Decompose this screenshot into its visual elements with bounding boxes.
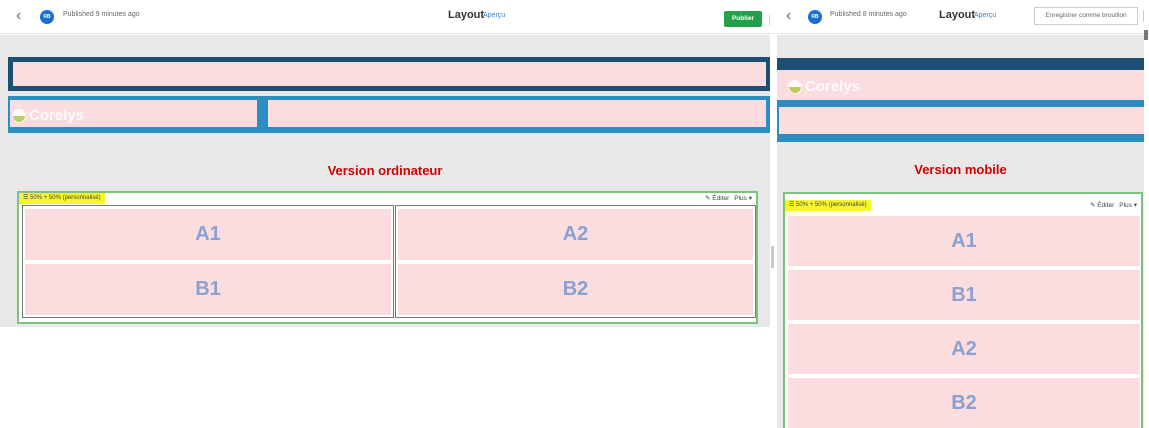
desktop-logo: Corelys xyxy=(12,107,84,124)
desktop-nav-placeholder[interactable] xyxy=(268,100,766,127)
back-chevron-icon[interactable]: ‹ xyxy=(16,8,21,24)
more-dropdown[interactable]: Plus ▾ xyxy=(734,194,752,202)
cell-a2[interactable]: A2 xyxy=(788,324,1140,374)
save-draft-button[interactable]: Enregistrer comme brouillon xyxy=(1034,7,1138,25)
logo-mark-icon xyxy=(788,79,802,94)
desktop-version-title: Version ordinateur xyxy=(327,163,443,178)
column-left[interactable]: A1 B1 xyxy=(22,205,394,318)
cell-a1[interactable]: A1 xyxy=(788,216,1140,266)
cell-b2[interactable]: B2 xyxy=(398,264,753,315)
mobile-section[interactable]: ☰ 50% + 50% (personnalisé) ✎ Éditer Plus… xyxy=(783,192,1143,428)
cell-a2[interactable]: A2 xyxy=(398,209,753,260)
avatar: RB xyxy=(40,10,54,24)
page-title: Layout xyxy=(939,9,976,21)
desktop-scrollbar[interactable] xyxy=(771,246,774,268)
mobile-logo: Corelys xyxy=(788,78,860,95)
avatar: RB xyxy=(808,10,822,24)
desktop-header-placeholder[interactable] xyxy=(13,62,766,86)
mobile-version-title: Version mobile xyxy=(914,162,1007,177)
mobile-header-top-band xyxy=(777,58,1144,70)
published-status: Published 8 minutes ago xyxy=(830,11,907,18)
desktop-section[interactable]: ☰ 50% + 50% (personnalisé) ✎ Éditer Plus… xyxy=(17,191,758,324)
column-right[interactable]: A2 B2 xyxy=(395,205,756,318)
edit-button[interactable]: ✎ Éditer xyxy=(705,194,729,202)
cell-b1[interactable]: B1 xyxy=(25,264,391,315)
mobile-side-handle[interactable] xyxy=(1144,30,1148,40)
desktop-topbar: ‹ RB Published 9 minutes ago Layout Aper… xyxy=(0,0,775,34)
toolbar-divider xyxy=(769,15,770,25)
logo-text: Corelys xyxy=(29,107,85,124)
cell-a1[interactable]: A1 xyxy=(25,209,391,260)
edit-button[interactable]: ✎ Éditer xyxy=(1090,201,1114,209)
published-status: Published 9 minutes ago xyxy=(63,11,140,18)
mobile-nav-placeholder[interactable] xyxy=(779,107,1144,134)
preview-link[interactable]: Aperçu xyxy=(483,12,505,19)
logo-text: Corelys xyxy=(805,78,861,95)
cell-b1[interactable]: B1 xyxy=(788,270,1140,320)
page-title: Layout xyxy=(448,9,485,21)
mobile-topbar: ‹ RB Published 8 minutes ago Layout Aper… xyxy=(776,0,1149,34)
section-type-tag[interactable]: ☰ 50% + 50% (personnalisé) xyxy=(785,200,871,211)
cell-b2[interactable]: B2 xyxy=(788,378,1140,428)
section-type-tag[interactable]: ☰ 50% + 50% (personnalisé) xyxy=(19,193,105,204)
section-tools: ✎ Éditer Plus ▾ xyxy=(705,194,752,202)
more-dropdown[interactable]: Plus ▾ xyxy=(1119,201,1137,209)
preview-link[interactable]: Aperçu xyxy=(974,12,996,19)
section-tools: ✎ Éditer Plus ▾ xyxy=(1090,201,1137,209)
publish-button[interactable]: Publier xyxy=(724,11,762,27)
back-chevron-icon[interactable]: ‹ xyxy=(786,8,791,24)
toolbar-divider xyxy=(1143,10,1144,22)
logo-mark-icon xyxy=(12,108,26,123)
